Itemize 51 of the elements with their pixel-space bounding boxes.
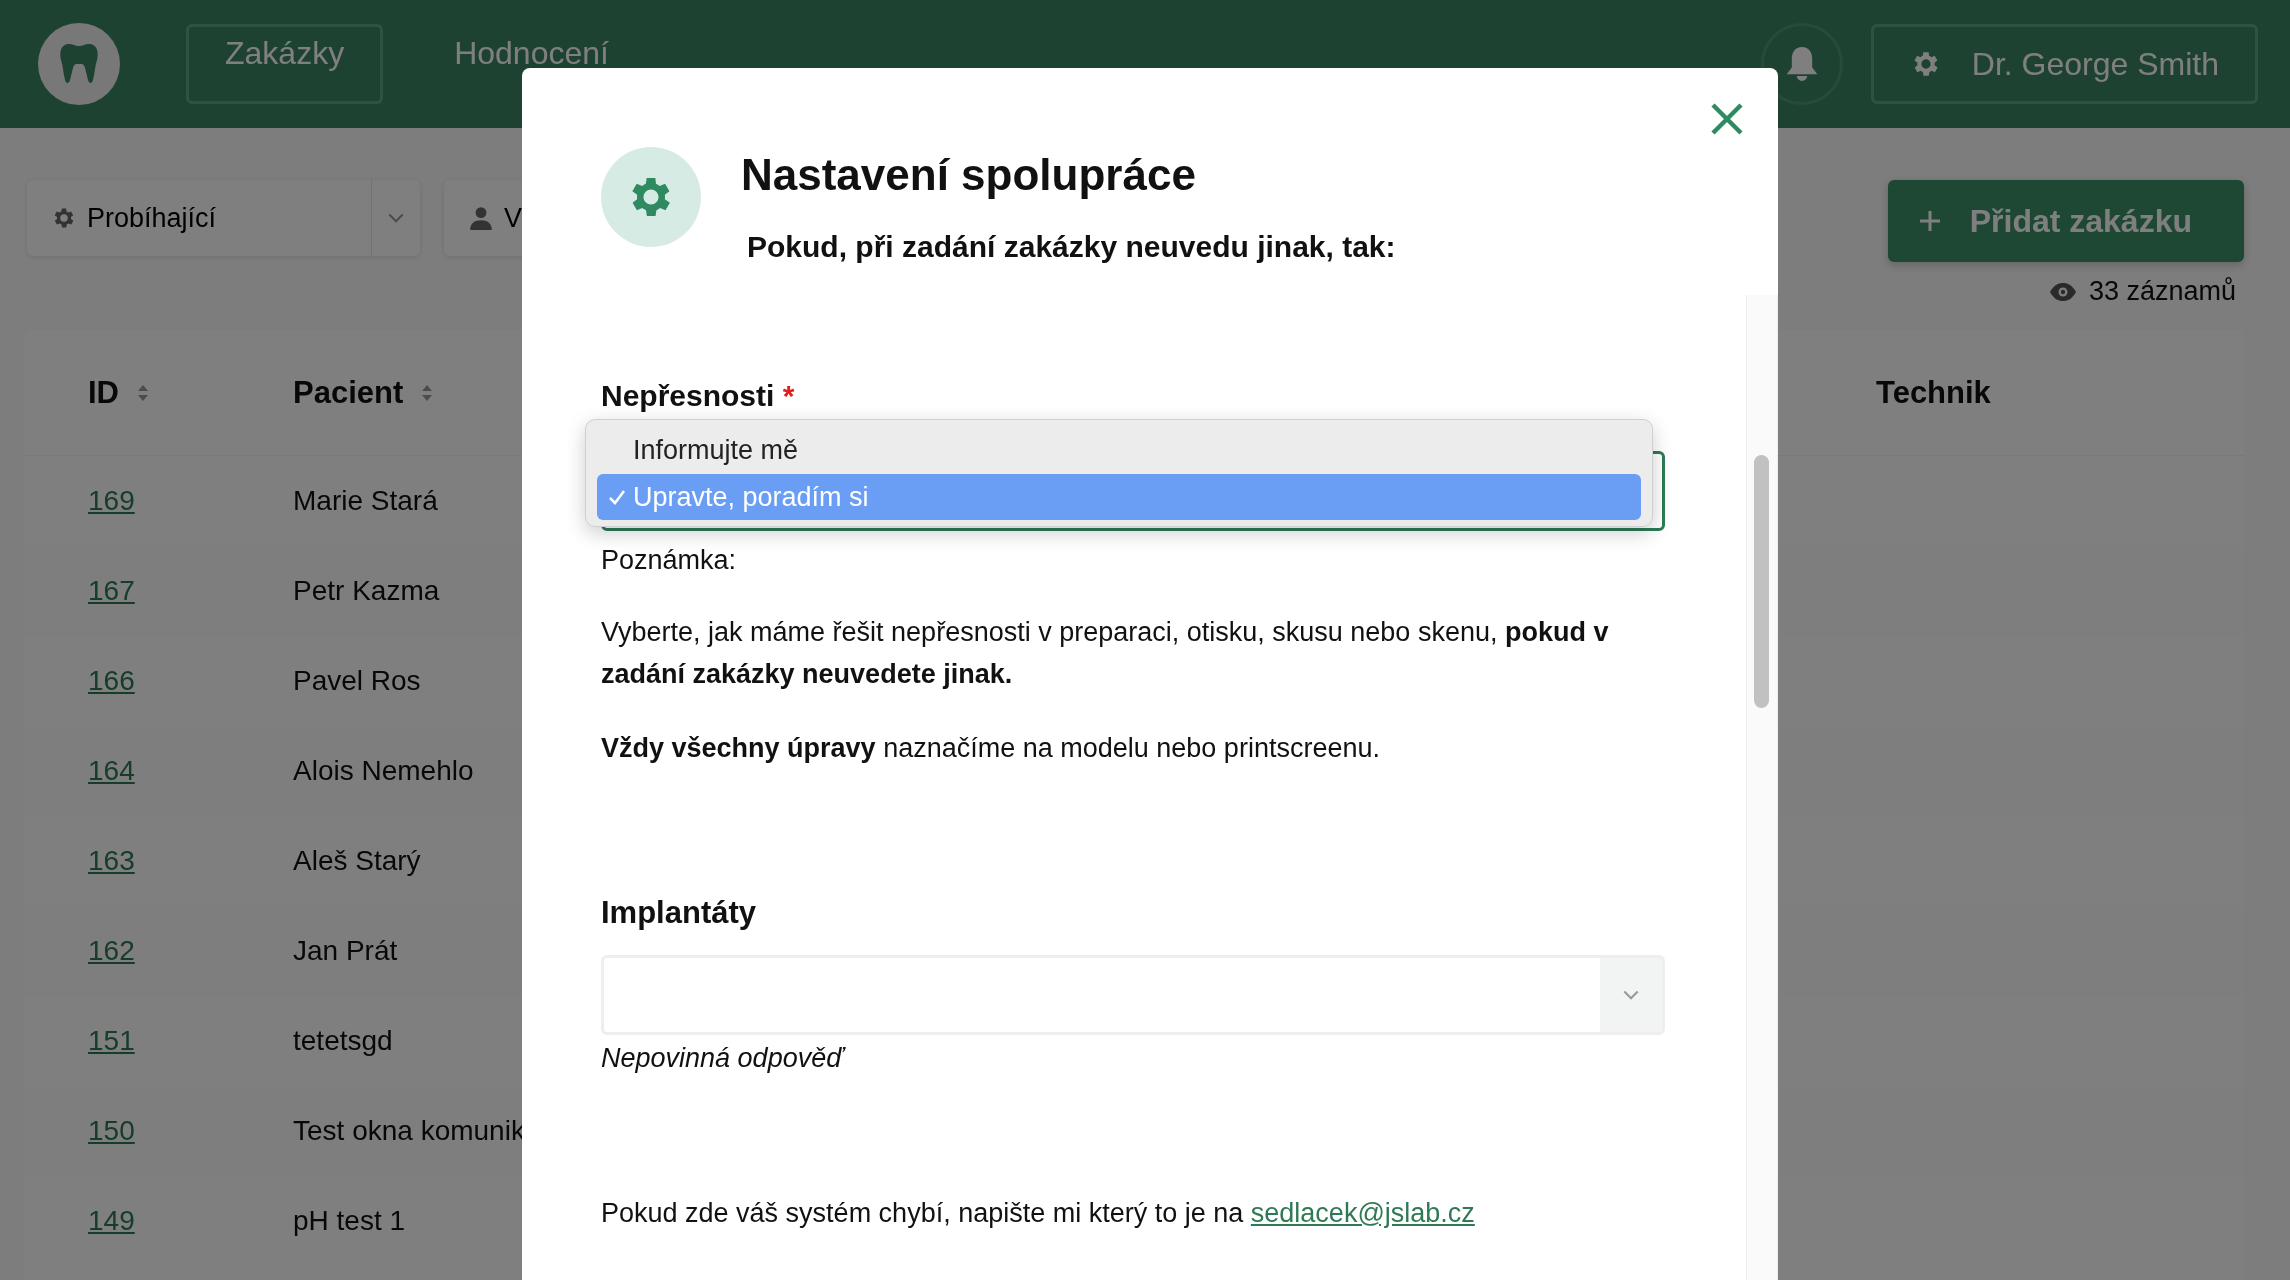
column-header: Pacient [293, 374, 404, 411]
order-link[interactable]: 167 [88, 575, 135, 606]
table-cell: tetetsgd [293, 1025, 393, 1056]
table-cell: Test okna komunik [293, 1115, 525, 1146]
note-text: Vždy všechny úpravy naznačíme na modelu nebo printscreenu. [601, 732, 1381, 765]
table-cell: Alois Nemehlo [293, 755, 474, 786]
sort-icon[interactable] [137, 383, 149, 402]
column-header: ID [88, 374, 119, 411]
dropdown-option[interactable]: Informujte mě [597, 432, 1641, 468]
table-cell: Petr Kazma [293, 575, 440, 606]
nav-tab[interactable]: Hodnocení [415, 24, 648, 104]
contact-text: Pokud zde váš systém chybí, napište mi který to je na sedlacek@jslab.cz [601, 1197, 1476, 1230]
scrollbar-thumb[interactable] [1754, 455, 1769, 708]
table-cell: pH test 1 [293, 1205, 406, 1236]
order-link[interactable]: 162 [88, 935, 135, 966]
dropdown-option[interactable]: Upravte, poradím si [597, 474, 1641, 520]
user-menu-button[interactable]: Dr. George Smith [1870, 24, 2258, 104]
table-cell: Pavel Ros [293, 665, 421, 696]
column-header: Technik [1876, 374, 1991, 411]
order-link[interactable]: 164 [88, 755, 135, 786]
bell-icon [1784, 45, 1819, 83]
table-cell: Marie Stará [293, 485, 438, 516]
order-link[interactable]: 149 [88, 1205, 135, 1236]
table-cell: Aleš Starý [293, 845, 421, 876]
field-hint: Nepovinná odpověď [601, 1043, 847, 1074]
order-link[interactable]: 150 [88, 1115, 135, 1146]
email-link[interactable]: sedlacek@jslab.cz [1250, 1198, 1475, 1228]
order-link[interactable]: 151 [88, 1025, 135, 1056]
field-label: Nepřesnosti [601, 379, 775, 412]
record-count: 33 záznamů [2088, 276, 2236, 307]
sort-icon[interactable] [421, 383, 434, 402]
dialog-title: Nastavení spolupráce [741, 150, 1197, 200]
eye-icon [2048, 281, 2077, 302]
chevron-down-icon [1623, 989, 1639, 1001]
add-order-button[interactable]: Přidat zakázku [1887, 180, 2244, 262]
close-icon[interactable] [1710, 102, 1744, 136]
note-text: Vyberte, jak máme řešit nepřesnosti v preparaci, otisku, skusu nebo skenu, pokud v zadání zakázky neuvedete jinak. [601, 616, 1610, 691]
dialog-subtitle: Pokud, při zadání zakázky neuvedu jinak, tak: [747, 230, 1396, 264]
plus-icon [1917, 209, 1942, 233]
required-mark: * [782, 379, 795, 412]
person-icon [468, 205, 494, 231]
note-label: Poznámka: [601, 544, 738, 577]
order-link[interactable]: 166 [88, 665, 135, 696]
implant-select[interactable] [601, 955, 1665, 1035]
order-link[interactable]: 169 [88, 485, 135, 516]
nav-tab[interactable]: Zakázky [186, 24, 384, 104]
table-cell: Jan Prát [293, 935, 398, 966]
chevron-down-icon [388, 212, 404, 224]
filter-select[interactable]: Probíhající [27, 180, 420, 256]
order-link[interactable]: 163 [88, 845, 135, 876]
field-label: Implantáty [601, 895, 758, 931]
